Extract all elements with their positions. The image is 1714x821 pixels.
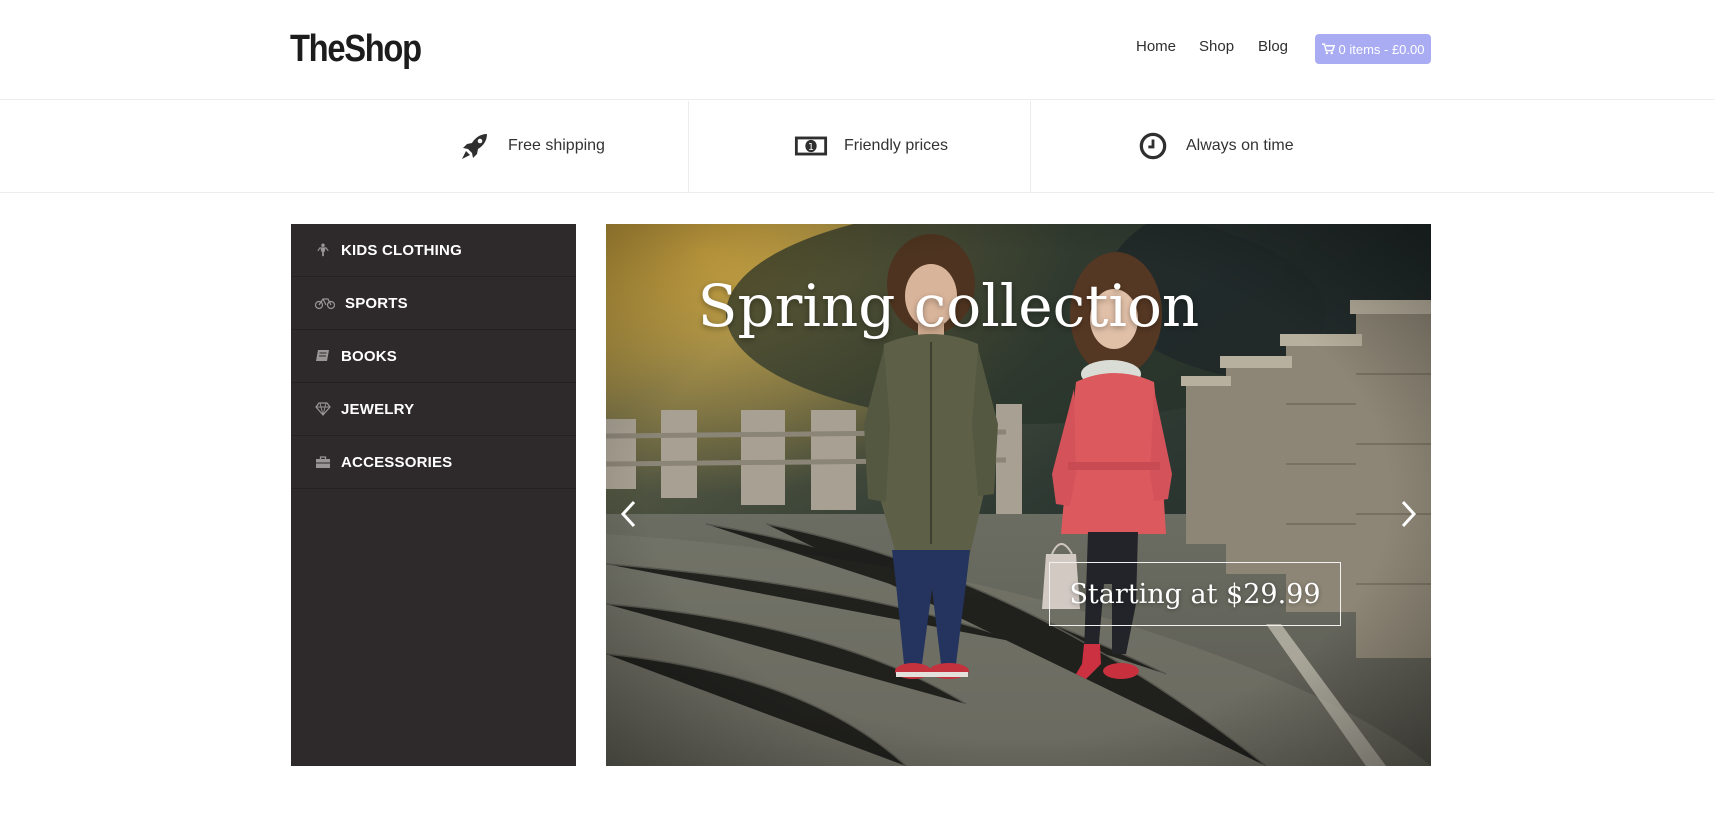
site-header: TheShop Home Shop Blog 0 items - £0.00 — [0, 0, 1714, 100]
category-books[interactable]: BOOKS — [291, 330, 576, 383]
slide-title: Spring collection — [697, 272, 1200, 340]
cart-button[interactable]: 0 items - £0.00 — [1315, 34, 1431, 64]
category-jewelry[interactable]: JEWELRY — [291, 383, 576, 436]
slider-next-button[interactable] — [1395, 494, 1423, 534]
feature-friendly-prices: 1 Friendly prices — [794, 131, 948, 161]
category-label: KIDS CLOTHING — [341, 241, 462, 259]
feature-label: Friendly prices — [844, 137, 949, 154]
feature-label: Always on time — [1186, 137, 1294, 154]
child-icon — [315, 243, 331, 257]
rocket-icon — [458, 131, 492, 161]
feature-free-shipping: Free shipping — [458, 131, 605, 161]
chevron-left-icon — [620, 500, 636, 528]
clock-icon — [1136, 131, 1170, 161]
feature-divider — [688, 101, 689, 193]
feature-divider — [1030, 101, 1031, 193]
nav-shop-link[interactable]: Shop — [1199, 38, 1234, 55]
briefcase-icon — [315, 455, 331, 469]
diamond-icon — [315, 402, 331, 416]
category-accessories[interactable]: ACCESSORIES — [291, 436, 576, 489]
money-icon: 1 — [794, 131, 828, 161]
book-icon — [315, 349, 331, 363]
nav-home-link[interactable]: Home — [1136, 38, 1176, 55]
cart-icon — [1321, 43, 1335, 55]
feature-always-on-time: Always on time — [1136, 131, 1294, 161]
hero-slider[interactable]: Spring collection Starting at $29.99 — [606, 224, 1431, 766]
chevron-right-icon — [1401, 500, 1417, 528]
nav-blog-link[interactable]: Blog — [1258, 38, 1288, 55]
bicycle-icon — [315, 296, 335, 310]
svg-text:1: 1 — [808, 142, 814, 153]
category-sports[interactable]: SPORTS — [291, 277, 576, 330]
category-sidebar: KIDS CLOTHING SPORTS BOOKS JEWELRY ACCES… — [291, 224, 576, 766]
category-label: JEWELRY — [341, 400, 415, 418]
feature-label: Free shipping — [508, 137, 605, 154]
category-label: ACCESSORIES — [341, 453, 453, 471]
site-logo[interactable]: TheShop — [290, 28, 422, 71]
category-label: SPORTS — [345, 294, 408, 312]
slide-subtitle: Starting at $29.99 — [1049, 562, 1341, 626]
features-strip: Free shipping 1 Friendly prices Always o… — [0, 101, 1714, 193]
cart-label: 0 items - £0.00 — [1338, 41, 1425, 57]
category-label: BOOKS — [341, 347, 398, 365]
slider-prev-button[interactable] — [614, 494, 642, 534]
category-kids-clothing[interactable]: KIDS CLOTHING — [291, 224, 576, 277]
